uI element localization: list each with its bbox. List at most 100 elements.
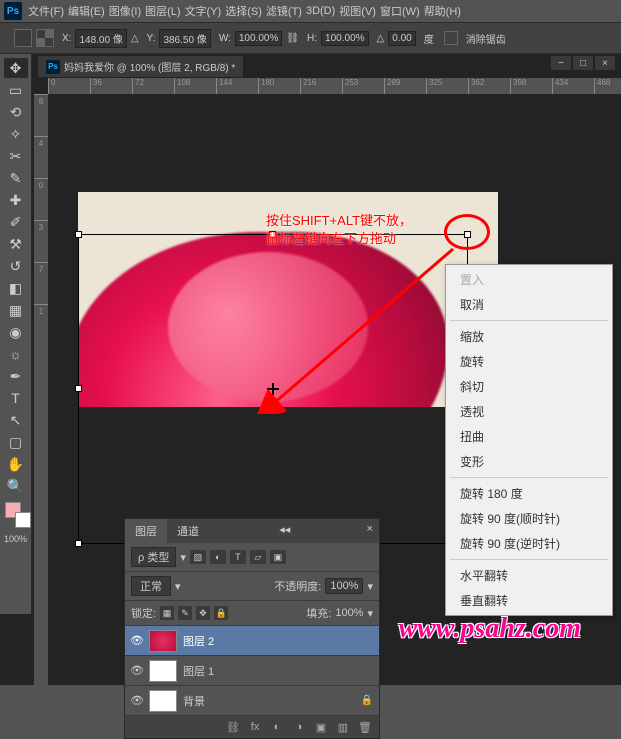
filter-shape-icon[interactable]: ▱ (250, 550, 266, 564)
dodge-tool-icon[interactable]: ☼ (4, 344, 28, 364)
link-icon[interactable]: ⛓ (286, 33, 299, 44)
tab-channels[interactable]: 通道 (167, 519, 209, 543)
menu-3d[interactable]: 3D(D) (306, 5, 335, 17)
chevron-down-icon[interactable]: ▾ (367, 580, 373, 593)
angle-value[interactable]: 0.00 (388, 31, 415, 46)
lock-pixels-icon[interactable]: ✎ (178, 606, 192, 620)
mask-icon[interactable]: ◐ (269, 720, 285, 734)
menu-type[interactable]: 文字(Y) (185, 3, 222, 19)
color-swatch[interactable] (5, 502, 27, 524)
healing-tool-icon[interactable]: ✚ (4, 190, 28, 210)
move-tool-icon[interactable]: ✥ (4, 58, 28, 78)
ctx-warp[interactable]: 变形 (446, 449, 612, 474)
layer-filter-kind[interactable]: ρ 类型 (131, 547, 176, 567)
lock-all-icon[interactable]: 🔒 (214, 606, 228, 620)
tab-layers[interactable]: 图层 (125, 519, 167, 543)
lasso-tool-icon[interactable]: ⟲ (4, 102, 28, 122)
opacity-value[interactable]: 100% (325, 578, 363, 594)
chevron-down-icon[interactable]: ▾ (180, 551, 186, 564)
ctx-flip-v[interactable]: 垂直翻转 (446, 588, 612, 613)
layer-name[interactable]: 图层 2 (183, 633, 214, 649)
lock-transparent-icon[interactable]: ▦ (160, 606, 174, 620)
blend-mode-select[interactable]: 正常 (131, 576, 171, 596)
gradient-tool-icon[interactable]: ▦ (4, 300, 28, 320)
panel-collapse-icon[interactable]: ◂◂ (273, 519, 296, 543)
hand-tool-icon[interactable]: ✋ (4, 454, 28, 474)
handle-bottom-left[interactable] (75, 540, 82, 547)
ctx-skew[interactable]: 斜切 (446, 374, 612, 399)
ctx-perspective[interactable]: 透视 (446, 399, 612, 424)
eyedropper-tool-icon[interactable]: ✎ (4, 168, 28, 188)
filter-smart-icon[interactable]: ▣ (270, 550, 286, 564)
layer-thumbnail[interactable] (149, 660, 177, 682)
ctx-flip-h[interactable]: 水平翻转 (446, 563, 612, 588)
maximize-button[interactable]: □ (573, 56, 593, 70)
layer-row[interactable]: 👁 图层 2 (125, 626, 379, 656)
visibility-icon[interactable]: 👁 (125, 664, 149, 677)
menu-file[interactable]: 文件(F) (28, 3, 64, 19)
layer-row[interactable]: 👁 背景 🔒 (125, 686, 379, 716)
ctx-rotate[interactable]: 旋转 (446, 349, 612, 374)
history-brush-icon[interactable]: ↺ (4, 256, 28, 276)
close-button[interactable]: × (595, 56, 615, 70)
zoom-tool-icon[interactable]: 🔍 (4, 476, 28, 496)
ctx-distort[interactable]: 扭曲 (446, 424, 612, 449)
crop-tool-icon[interactable]: ✂ (4, 146, 28, 166)
menu-select[interactable]: 选择(S) (225, 3, 262, 19)
ctx-rotate90cw[interactable]: 旋转 90 度(顺时针) (446, 506, 612, 531)
y-value[interactable]: 386.50 像 (159, 29, 210, 48)
type-tool-icon[interactable]: T (4, 388, 28, 408)
layer-thumbnail[interactable] (149, 630, 177, 652)
ctx-rotate90ccw[interactable]: 旋转 90 度(逆时针) (446, 531, 612, 556)
pen-tool-icon[interactable]: ✒ (4, 366, 28, 386)
menu-view[interactable]: 视图(V) (339, 3, 376, 19)
layer-name[interactable]: 背景 (183, 693, 205, 709)
ctx-scale[interactable]: 缩放 (446, 324, 612, 349)
eraser-tool-icon[interactable]: ◧ (4, 278, 28, 298)
blur-tool-icon[interactable]: ◉ (4, 322, 28, 342)
group-icon[interactable]: ▣ (313, 720, 329, 734)
ctx-rotate180[interactable]: 旋转 180 度 (446, 481, 612, 506)
menu-window[interactable]: 窗口(W) (380, 3, 420, 19)
x-value[interactable]: 148.00 像 (75, 29, 126, 48)
tool-preset-icon[interactable] (14, 29, 32, 47)
filter-adjust-icon[interactable]: ◐ (210, 550, 226, 564)
minimize-button[interactable]: − (551, 56, 571, 70)
fill-value[interactable]: 100% (335, 607, 363, 619)
brush-tool-icon[interactable]: ✐ (4, 212, 28, 232)
menu-edit[interactable]: 编辑(E) (68, 3, 105, 19)
menu-filter[interactable]: 滤镜(T) (266, 3, 302, 19)
annotation-text: 按住SHIFT+ALT键不放， 鼠标左键向左下方拖动 (266, 212, 412, 248)
layer-name[interactable]: 图层 1 (183, 663, 214, 679)
visibility-icon[interactable]: 👁 (125, 694, 149, 707)
ctx-place[interactable]: 置入 (446, 267, 612, 292)
new-layer-icon[interactable]: ▥ (335, 720, 351, 734)
layer-row[interactable]: 👁 图层 1 (125, 656, 379, 686)
marquee-tool-icon[interactable]: ▭ (4, 80, 28, 100)
panel-close-icon[interactable]: × (361, 519, 379, 543)
h-value[interactable]: 100.00% (321, 31, 368, 46)
delete-layer-icon[interactable]: 🗑 (357, 720, 373, 734)
menu-image[interactable]: 图像(I) (109, 3, 141, 19)
fx-icon[interactable]: fx (247, 720, 263, 734)
w-value[interactable]: 100.00% (235, 31, 282, 46)
menu-help[interactable]: 帮助(H) (424, 3, 461, 19)
ctx-cancel[interactable]: 取消 (446, 292, 612, 317)
path-tool-icon[interactable]: ↖ (4, 410, 28, 430)
visibility-icon[interactable]: 👁 (125, 634, 149, 647)
filter-pixel-icon[interactable]: ▧ (190, 550, 206, 564)
menu-layer[interactable]: 图层(L) (145, 3, 180, 19)
link-layers-icon[interactable]: ⛓ (225, 720, 241, 734)
chevron-down-icon[interactable]: ▾ (175, 580, 181, 593)
lock-position-icon[interactable]: ✥ (196, 606, 210, 620)
layer-thumbnail[interactable] (149, 690, 177, 712)
wand-tool-icon[interactable]: ✧ (4, 124, 28, 144)
filter-type-icon[interactable]: T (230, 550, 246, 564)
antialias-checkbox[interactable] (444, 31, 458, 45)
stamp-tool-icon[interactable]: ⚒ (4, 234, 28, 254)
chevron-down-icon[interactable]: ▾ (367, 607, 373, 620)
document-tab[interactable]: Ps 妈妈我爱你 @ 100% (图层 2, RGB/8) * (38, 56, 243, 77)
shape-tool-icon[interactable]: ▢ (4, 432, 28, 452)
adjust-icon[interactable]: ◑ (291, 720, 307, 734)
ref-point-icon[interactable] (36, 29, 54, 47)
